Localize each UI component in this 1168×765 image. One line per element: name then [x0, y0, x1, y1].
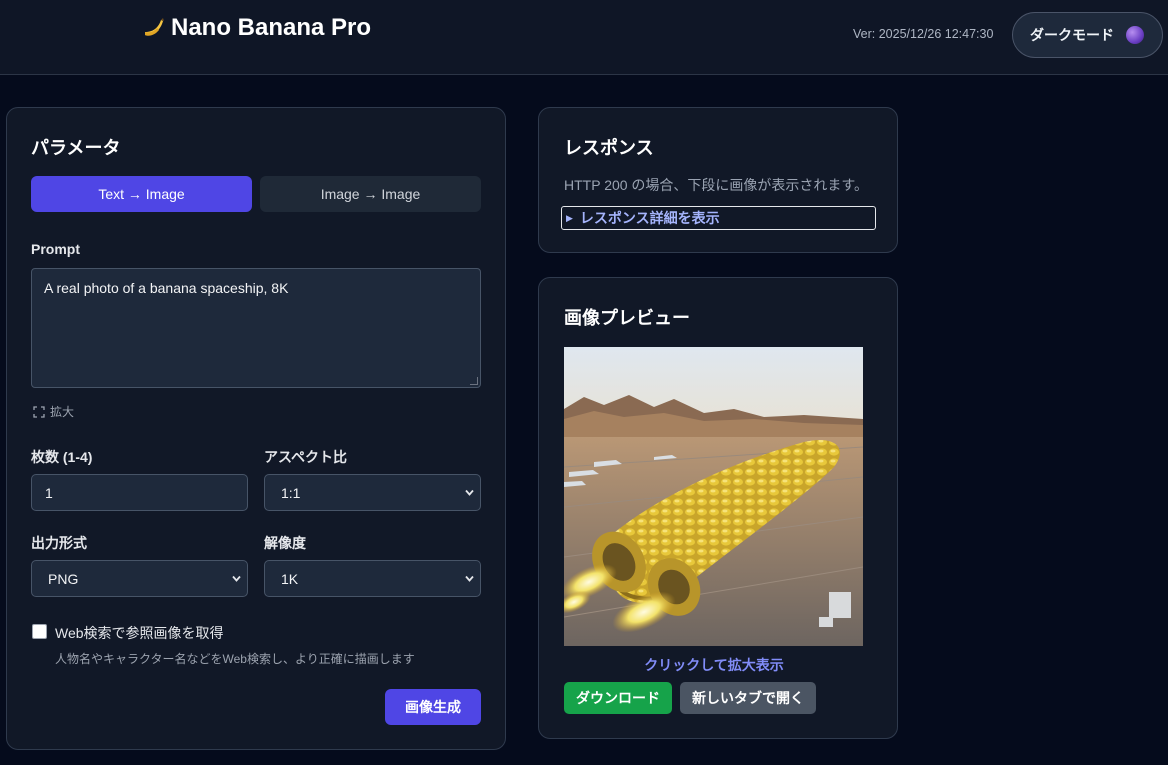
resolution-value: 1K	[281, 570, 299, 587]
expand-label: 拡大	[50, 405, 75, 419]
parameters-card: パラメータ Text → Image Image → Image Prompt …	[6, 107, 506, 750]
banana-icon	[145, 18, 164, 36]
preview-title: 画像プレビュー	[564, 308, 690, 328]
aspect-value: 1:1	[281, 484, 301, 501]
response-description: HTTP 200 の場合、下段に画像が表示されます。	[564, 177, 869, 193]
app-header: Nano Banana Pro Ver: 2025/12/26 12:47:30…	[0, 0, 1168, 75]
count-value: 1	[45, 484, 53, 501]
aspect-label: アスペクト比	[264, 449, 348, 465]
zoom-link[interactable]: クリックして拡大表示	[539, 655, 889, 675]
format-value: PNG	[48, 570, 79, 587]
chevron-down-icon	[232, 575, 241, 582]
resize-handle[interactable]	[470, 377, 478, 385]
web-search-label[interactable]: Web検索で参照画像を取得	[55, 623, 224, 643]
tab-image-to-image[interactable]: Image → Image	[260, 176, 481, 212]
preview-card: 画像プレビュー クリックして拡大表示 ダウンロード 新しいタブで開く	[538, 277, 898, 739]
web-search-help: 人物名やキャラクター名などをWeb検索し、より正確に描画します	[55, 652, 415, 666]
tab-text-to-image[interactable]: Text → Image	[31, 176, 252, 212]
prompt-textarea[interactable]: A real photo of a banana spaceship, 8K	[31, 268, 481, 388]
response-details-toggle[interactable]: ▶ レスポンス詳細を表示	[561, 206, 876, 230]
aspect-select[interactable]: 1:1	[264, 474, 481, 511]
web-search-checkbox[interactable]	[32, 624, 47, 639]
app-title: Nano Banana Pro	[141, 14, 371, 42]
count-input[interactable]: 1	[31, 474, 248, 511]
chevron-down-icon	[465, 489, 474, 496]
banana-spaceship-image	[564, 347, 863, 646]
dark-mode-toggle[interactable]: ダークモード	[1012, 12, 1163, 58]
format-select[interactable]: PNG	[31, 560, 248, 597]
count-label: 枚数 (1-4)	[31, 449, 93, 465]
open-new-tab-button[interactable]: 新しいタブで開く	[680, 682, 816, 714]
expand-icon	[33, 405, 45, 418]
resolution-select[interactable]: 1K	[264, 560, 481, 597]
download-button[interactable]: ダウンロード	[564, 682, 672, 714]
moon-icon	[1126, 26, 1144, 44]
response-card: レスポンス HTTP 200 の場合、下段に画像が表示されます。 ▶ レスポンス…	[538, 107, 898, 253]
parameters-title: パラメータ	[31, 138, 121, 158]
expand-button[interactable]: 拡大	[33, 403, 74, 420]
format-label: 出力形式	[31, 535, 87, 551]
preview-image[interactable]	[564, 347, 863, 646]
response-title: レスポンス	[564, 138, 654, 158]
resolution-label: 解像度	[264, 535, 306, 551]
response-details-label: レスポンス詳細を表示	[579, 210, 720, 226]
version-label: Ver: 2025/12/26 12:47:30	[853, 27, 994, 41]
disclosure-triangle-icon: ▶	[566, 212, 573, 223]
prompt-label: Prompt	[31, 241, 80, 257]
prompt-text: A real photo of a banana spaceship, 8K	[44, 280, 289, 296]
dark-mode-label: ダークモード	[1030, 27, 1114, 43]
generate-button[interactable]: 画像生成	[385, 689, 481, 725]
app-title-text: Nano Banana Pro	[171, 14, 372, 41]
chevron-down-icon	[465, 575, 474, 582]
